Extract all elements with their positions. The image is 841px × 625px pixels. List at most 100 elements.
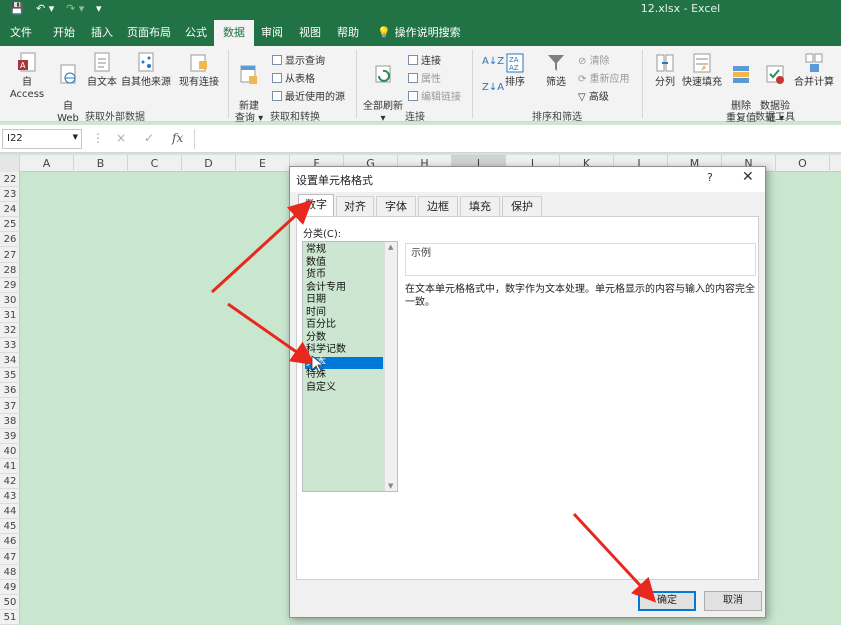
formula-bar: I22 ▼ ⋮ × ✓ fx	[0, 125, 841, 153]
row-header[interactable]: 32	[0, 323, 20, 339]
tab-protection[interactable]: 保护	[502, 196, 542, 216]
category-scrollbar[interactable]: ▲ ▼	[384, 242, 397, 491]
flash-fill-button[interactable]: 快速填充	[682, 52, 722, 89]
row-header[interactable]: 47	[0, 550, 20, 565]
row-header[interactable]: 43	[0, 489, 20, 505]
tab-file[interactable]: 文件	[2, 20, 40, 46]
list-item[interactable]: 分数	[305, 332, 383, 345]
row-header[interactable]: 49	[0, 580, 20, 595]
row-header[interactable]: 28	[0, 263, 20, 278]
filter-button[interactable]: 筛选	[542, 52, 570, 89]
cancel-entry-icon[interactable]: ×	[116, 131, 126, 145]
consolidate-button[interactable]: 合并计算	[792, 52, 836, 89]
insert-function-icon[interactable]: fx	[172, 131, 183, 145]
list-item[interactable]: 时间	[305, 307, 383, 320]
drag-handle-icon[interactable]: ⋮	[92, 131, 104, 145]
column-header[interactable]: O	[776, 155, 830, 172]
help-button[interactable]: ?	[707, 171, 713, 184]
list-item[interactable]: 常规	[305, 244, 383, 257]
scroll-up-icon[interactable]: ▲	[388, 243, 393, 251]
sort-ascending-icon[interactable]: A↓Z	[482, 56, 504, 67]
tab-formulas[interactable]: 公式	[178, 20, 214, 46]
sort-icon: ZAAZ	[506, 53, 524, 73]
list-item[interactable]: 货币	[305, 269, 383, 282]
list-item[interactable]: 日期	[305, 294, 383, 307]
category-list[interactable]: 常规 数值 货币 会计专用 日期 时间 百分比 分数 科学记数 文本 特殊 自定…	[302, 241, 398, 492]
tab-home[interactable]: 开始	[44, 20, 84, 46]
row-header[interactable]: 25	[0, 217, 20, 233]
row-header[interactable]: 46	[0, 534, 20, 550]
list-item[interactable]: 特殊	[305, 369, 383, 382]
row-header[interactable]: 39	[0, 429, 20, 444]
list-item-selected[interactable]: 文本	[305, 356, 383, 369]
ok-button[interactable]: 确定	[638, 591, 696, 611]
column-header[interactable]: A	[20, 155, 74, 172]
row-header[interactable]: 22	[0, 172, 20, 188]
row-header[interactable]: 50	[0, 595, 20, 610]
confirm-entry-icon[interactable]: ✓	[144, 131, 154, 145]
row-header[interactable]: 42	[0, 474, 20, 490]
row-header[interactable]: 34	[0, 353, 20, 369]
row-header[interactable]: 23	[0, 187, 20, 203]
row-header[interactable]: 29	[0, 278, 20, 293]
list-item[interactable]: 数值	[305, 257, 383, 270]
row-header[interactable]: 24	[0, 202, 20, 218]
formula-input[interactable]	[194, 129, 839, 149]
tell-me-search[interactable]: 💡 操作说明搜索	[374, 20, 464, 46]
row-header[interactable]: 33	[0, 338, 20, 354]
column-header[interactable]: C	[128, 155, 182, 172]
tab-number[interactable]: 数字	[298, 194, 334, 217]
tab-view[interactable]: 视图	[292, 20, 328, 46]
text-to-columns-button[interactable]: 分列	[648, 52, 682, 89]
column-header[interactable]: E	[236, 155, 290, 172]
list-item[interactable]: 会计专用	[305, 282, 383, 295]
tab-insert[interactable]: 插入	[84, 20, 120, 46]
sort-descending-icon[interactable]: Z↓A	[482, 82, 504, 93]
row-header[interactable]: 35	[0, 368, 20, 384]
tab-fill[interactable]: 填充	[460, 196, 500, 216]
select-all-corner[interactable]	[0, 155, 20, 172]
list-item[interactable]: 自定义	[305, 382, 383, 395]
from-table-button[interactable]: 从表格	[272, 70, 315, 85]
row-header[interactable]: 31	[0, 308, 20, 323]
row-header[interactable]: 48	[0, 565, 20, 580]
tab-review[interactable]: 审阅	[254, 20, 290, 46]
group-label-data-tools: 数据工具	[755, 112, 795, 123]
row-header[interactable]: 45	[0, 519, 20, 535]
name-box[interactable]: I22 ▼	[2, 129, 82, 149]
show-queries-button[interactable]: 显示查询	[272, 52, 325, 67]
row-header[interactable]: 27	[0, 248, 20, 263]
row-header[interactable]: 30	[0, 293, 20, 308]
cancel-button[interactable]: 取消	[704, 591, 762, 611]
recent-sources-button[interactable]: 最近使用的源	[272, 88, 345, 103]
tab-data[interactable]: 数据	[214, 20, 254, 46]
connections-button[interactable]: 连接	[408, 52, 441, 67]
list-item[interactable]: 百分比	[305, 319, 383, 332]
scroll-down-icon[interactable]: ▼	[388, 482, 393, 490]
dialog-body: 数字 对齐 字体 边框 填充 保护 分类(C): 常规 数值 货币 会计专用 日…	[290, 192, 765, 617]
row-header[interactable]: 51	[0, 610, 20, 625]
advanced-filter-button[interactable]: ▽ 高级	[578, 88, 609, 103]
existing-connections-button[interactable]: 现有连接	[176, 52, 222, 89]
row-header[interactable]: 36	[0, 383, 20, 399]
row-header[interactable]: 41	[0, 459, 20, 474]
tab-font[interactable]: 字体	[376, 196, 416, 216]
from-text-button[interactable]: 自文本	[84, 52, 120, 89]
from-other-sources-button[interactable]: 自其他来源	[120, 52, 172, 89]
row-header[interactable]: 44	[0, 504, 20, 520]
column-header[interactable]: B	[74, 155, 128, 172]
tab-border[interactable]: 边框	[418, 196, 458, 216]
column-header[interactable]: D	[182, 155, 236, 172]
row-header[interactable]: 40	[0, 444, 20, 459]
from-access-button[interactable]: A 自 Access	[4, 52, 50, 101]
tab-alignment[interactable]: 对齐	[336, 196, 374, 216]
properties-button: 属性	[408, 70, 441, 85]
sort-button[interactable]: ZA AZ 排序	[502, 52, 528, 89]
close-icon[interactable]: ✕	[742, 169, 754, 185]
row-header[interactable]: 37	[0, 399, 20, 414]
row-header[interactable]: 26	[0, 232, 20, 248]
tab-page-layout[interactable]: 页面布局	[122, 20, 176, 46]
tab-help[interactable]: 帮助	[330, 20, 366, 46]
row-header[interactable]: 38	[0, 414, 20, 429]
list-item[interactable]: 科学记数	[305, 344, 383, 357]
